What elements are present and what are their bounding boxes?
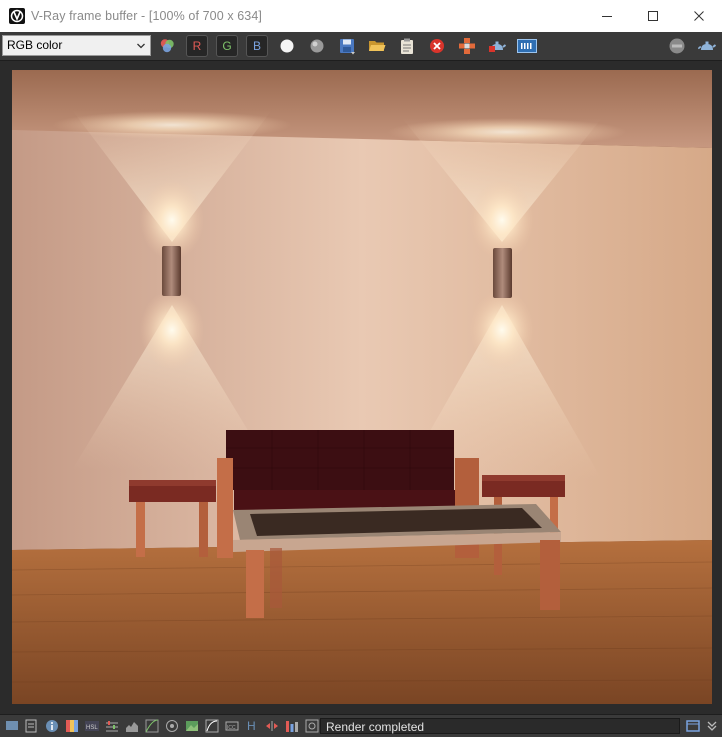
- history-icon[interactable]: [25, 719, 39, 733]
- white-dot-icon: [280, 39, 294, 53]
- copy-to-clipboard-button[interactable]: [396, 35, 418, 57]
- compare-horizontal-icon[interactable]: [265, 719, 279, 733]
- background-image-icon[interactable]: [185, 719, 199, 733]
- left-wall-lamp: [162, 246, 181, 296]
- display-icon[interactable]: [5, 719, 19, 733]
- window-title: V-Ray frame buffer - [100% of 700 x 634]: [31, 9, 262, 23]
- channel-select[interactable]: RGB color: [2, 35, 151, 56]
- open-image-button[interactable]: [366, 35, 388, 57]
- mono-mode-button[interactable]: [306, 35, 328, 57]
- color-channels-icon: [160, 39, 174, 53]
- minimize-icon: [602, 16, 612, 17]
- vfb-window: V-Ray frame buffer - [100% of 700 x 634]…: [0, 0, 722, 737]
- clear-icon: [430, 39, 444, 53]
- pixel-info-button[interactable]: [516, 35, 538, 57]
- right-wall-lamp: [493, 248, 512, 298]
- alpha-channel-button[interactable]: [276, 35, 298, 57]
- render-button[interactable]: [486, 35, 508, 57]
- color-channels-button[interactable]: [156, 35, 178, 57]
- window-controls: [584, 0, 722, 32]
- channel-select-value: RGB color: [7, 38, 63, 52]
- status-message: Render completed: [320, 718, 680, 734]
- histogram-icon[interactable]: [125, 719, 139, 733]
- render-last-button[interactable]: [696, 35, 718, 57]
- stop-render-button[interactable]: [666, 35, 688, 57]
- title-bar[interactable]: V-Ray frame buffer - [100% of 700 x 634]: [0, 0, 722, 32]
- close-button[interactable]: [676, 0, 722, 32]
- render-icon: [489, 41, 506, 52]
- exposure-icon[interactable]: [165, 719, 179, 733]
- panel-toggle-icon[interactable]: [686, 719, 700, 733]
- levels-icon[interactable]: [105, 719, 119, 733]
- region-render-icon: [459, 38, 475, 54]
- minimize-button[interactable]: [584, 0, 630, 32]
- channel-bars-icon[interactable]: [285, 719, 299, 733]
- toolbar: RGB color R G B: [0, 32, 722, 61]
- open-folder-icon: [369, 41, 386, 51]
- info-icon[interactable]: [45, 719, 59, 733]
- color-correction-icon[interactable]: [65, 719, 79, 733]
- stamp-icon[interactable]: [305, 719, 319, 733]
- svg-text:ICC: ICC: [227, 725, 236, 731]
- maximize-icon: [648, 11, 658, 21]
- close-icon: [694, 11, 704, 21]
- ocio-icon[interactable]: ICC: [225, 719, 239, 733]
- lut-icon[interactable]: [205, 719, 219, 733]
- vray-logo-icon: [9, 8, 25, 24]
- clear-image-button[interactable]: [426, 35, 448, 57]
- status-bar: HSL ICC H Render completed: [0, 714, 722, 737]
- teapot-icon: [698, 41, 716, 50]
- green-channel-button[interactable]: G: [216, 35, 238, 57]
- hsl-icon[interactable]: HSL: [85, 719, 99, 733]
- blue-channel-button[interactable]: B: [246, 35, 268, 57]
- maximize-button[interactable]: [630, 0, 676, 32]
- expand-down-icon[interactable]: [705, 719, 719, 733]
- clipboard-icon: [401, 38, 413, 54]
- red-channel-button[interactable]: R: [186, 35, 208, 57]
- h-toggle[interactable]: H: [247, 719, 261, 733]
- pixel-info-icon: [517, 39, 537, 53]
- save-icon: [340, 39, 355, 55]
- save-image-button[interactable]: [336, 35, 358, 57]
- svg-text:HSL: HSL: [86, 725, 98, 731]
- chevron-down-icon: [137, 43, 145, 49]
- render-viewport[interactable]: [12, 70, 712, 704]
- stop-icon: [669, 38, 685, 54]
- rendered-image: [12, 70, 712, 704]
- region-render-button[interactable]: [456, 35, 478, 57]
- curves-icon[interactable]: [145, 719, 159, 733]
- gray-dot-icon: [310, 39, 324, 53]
